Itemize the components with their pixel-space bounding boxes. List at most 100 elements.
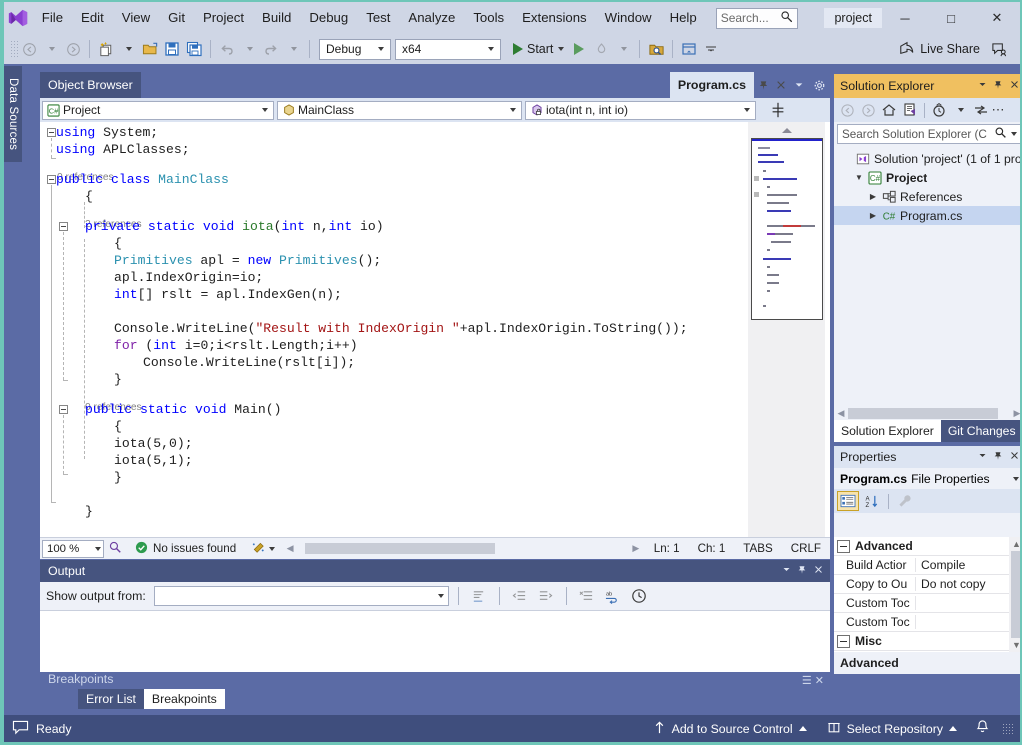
window-resize-grip[interactable] xyxy=(1002,723,1014,735)
clear-all-icon[interactable] xyxy=(576,585,598,607)
horizontal-scrollbar[interactable]: ◀ ▶ xyxy=(283,542,643,556)
menu-item-help[interactable]: Help xyxy=(661,2,706,34)
hidden-panel-controls[interactable]: ☰ ✕ xyxy=(802,674,824,687)
scroll-right-icon[interactable]: ▶ xyxy=(629,543,643,554)
navbar-project-combo[interactable]: C# Project xyxy=(42,101,274,120)
collapse-all-icon[interactable] xyxy=(971,100,991,120)
collapse-icon[interactable] xyxy=(837,635,850,648)
arrow-forward-icon[interactable] xyxy=(62,38,84,60)
scroll-thumb[interactable] xyxy=(305,543,495,554)
menu-item-file[interactable]: File xyxy=(33,2,72,34)
feedback-icon[interactable] xyxy=(988,38,1010,60)
navbar-member-combo[interactable]: iota(int n, int io) xyxy=(525,101,756,120)
tab-breakpoints[interactable]: Breakpoints xyxy=(144,689,225,709)
fold-toggle-class[interactable] xyxy=(47,175,56,184)
issues-status[interactable]: No issues found xyxy=(126,541,245,557)
maximize-button[interactable]: □ xyxy=(928,2,974,34)
property-row[interactable]: Custom Toc xyxy=(834,594,1022,613)
property-row[interactable]: Copy to Ou Do not copy xyxy=(834,575,1022,594)
go-to-previous-icon[interactable] xyxy=(509,585,531,607)
property-category-misc[interactable]: Misc xyxy=(834,632,1022,651)
save-all-icon[interactable] xyxy=(183,38,205,60)
add-to-source-control-button[interactable]: Add to Source Control xyxy=(643,715,817,742)
redo-dropdown-icon[interactable] xyxy=(282,38,304,60)
attach-process-icon[interactable] xyxy=(568,38,590,60)
scroll-left-icon[interactable]: ◀ xyxy=(283,543,297,554)
menu-item-debug[interactable]: Debug xyxy=(300,2,357,34)
hot-reload-icon[interactable] xyxy=(590,38,612,60)
scroll-track[interactable] xyxy=(297,543,629,554)
tree-item-solution[interactable]: Solution 'project' (1 of 1 pro xyxy=(834,149,1022,168)
minimap-viewport[interactable] xyxy=(751,138,823,320)
twisty-collapsed-icon[interactable]: ▶ xyxy=(866,192,880,201)
twisty-expanded-icon[interactable]: ▼ xyxy=(852,173,866,182)
chevron-down-icon[interactable] xyxy=(1007,132,1019,136)
chevron-down-icon[interactable] xyxy=(974,451,990,463)
scroll-thumb[interactable] xyxy=(1011,551,1022,637)
solution-explorer-search-input[interactable]: Search Solution Explorer (C xyxy=(837,124,1021,144)
solution-explorer-hscrollbar[interactable]: ◀ ▶ xyxy=(834,406,1022,420)
code-text-area[interactable]: 0 references 2 references 0 references u… xyxy=(40,122,748,537)
open-file-icon[interactable] xyxy=(139,38,161,60)
code-editor-surface[interactable]: 0 references 2 references 0 references u… xyxy=(40,122,830,537)
live-share-button[interactable]: Live Share xyxy=(891,37,988,61)
fold-toggle-iota[interactable] xyxy=(59,222,68,231)
menu-item-view[interactable]: View xyxy=(113,2,159,34)
tab-git-changes[interactable]: Git Changes xyxy=(941,420,1022,442)
twisty-collapsed-icon[interactable]: ▶ xyxy=(866,211,880,220)
overflow-icon[interactable]: ⋯ xyxy=(992,100,1004,120)
scroll-thumb[interactable] xyxy=(848,408,998,419)
find-in-files-icon[interactable] xyxy=(645,38,667,60)
tab-error-list[interactable]: Error List xyxy=(78,689,144,709)
start-debug-button[interactable]: Start xyxy=(509,38,568,60)
pending-changes-filter-icon[interactable] xyxy=(929,100,949,120)
menu-item-analyze[interactable]: Analyze xyxy=(399,2,464,34)
redo-icon[interactable] xyxy=(260,38,282,60)
tree-item-project[interactable]: ▼ C# Project xyxy=(834,168,1022,187)
output-text-area[interactable] xyxy=(40,610,830,672)
close-button[interactable]: ✕ xyxy=(974,2,1020,34)
split-window-icon[interactable] xyxy=(759,100,797,120)
properties-vscrollbar[interactable]: ▲ ▼ xyxy=(1009,537,1022,652)
new-project-icon[interactable] xyxy=(95,38,117,60)
forward-icon[interactable] xyxy=(858,100,878,120)
menu-item-edit[interactable]: Edit xyxy=(72,2,113,34)
back-icon[interactable] xyxy=(837,100,857,120)
gear-icon[interactable] xyxy=(808,72,830,98)
scroll-down-icon[interactable]: ▼ xyxy=(1012,639,1021,652)
window-layout-icon[interactable] xyxy=(678,38,700,60)
fold-toggle-main[interactable] xyxy=(59,405,68,414)
property-value[interactable]: Compile xyxy=(916,558,1022,572)
solution-name-chip[interactable]: project xyxy=(824,8,882,28)
pin-icon[interactable] xyxy=(990,80,1006,93)
code-minimap[interactable] xyxy=(748,122,825,537)
undo-icon[interactable] xyxy=(216,38,238,60)
property-row[interactable]: Build Actior Compile xyxy=(834,556,1022,575)
hot-reload-dropdown-icon[interactable] xyxy=(612,38,634,60)
navbar-type-combo[interactable]: MainClass xyxy=(277,101,522,120)
minimize-button[interactable]: ─ xyxy=(882,2,928,34)
search-input[interactable]: Search... xyxy=(716,8,799,29)
chevron-down-icon[interactable] xyxy=(790,72,808,98)
scroll-up-icon[interactable]: ▲ xyxy=(1012,537,1021,550)
back-dropdown-icon[interactable] xyxy=(40,38,62,60)
notifications-button[interactable] xyxy=(967,715,998,742)
sync-with-active-document-icon[interactable] xyxy=(900,100,920,120)
show-timestamps-icon[interactable] xyxy=(628,585,650,607)
home-icon[interactable] xyxy=(879,100,899,120)
minimap-scroll-up-icon[interactable] xyxy=(748,122,825,138)
find-message-icon[interactable] xyxy=(468,585,490,607)
scroll-left-icon[interactable]: ◀ xyxy=(834,408,848,419)
properties-grid[interactable]: Advanced Build Actior Compile Copy to Ou… xyxy=(834,537,1022,652)
property-value[interactable]: Do not copy xyxy=(916,577,1022,591)
close-icon[interactable] xyxy=(810,565,826,577)
indent-mode-indicator[interactable]: TABS xyxy=(734,542,781,555)
toggle-word-wrap-icon[interactable]: ab xyxy=(602,585,624,607)
undo-dropdown-icon[interactable] xyxy=(238,38,260,60)
property-pages-icon[interactable] xyxy=(894,491,916,511)
menu-item-extensions[interactable]: Extensions xyxy=(513,2,596,34)
configuration-combo[interactable]: Debug xyxy=(319,39,391,60)
platform-combo[interactable]: x64 xyxy=(395,39,501,60)
fold-toggle-usings[interactable] xyxy=(47,128,56,137)
pin-icon[interactable] xyxy=(990,451,1006,464)
